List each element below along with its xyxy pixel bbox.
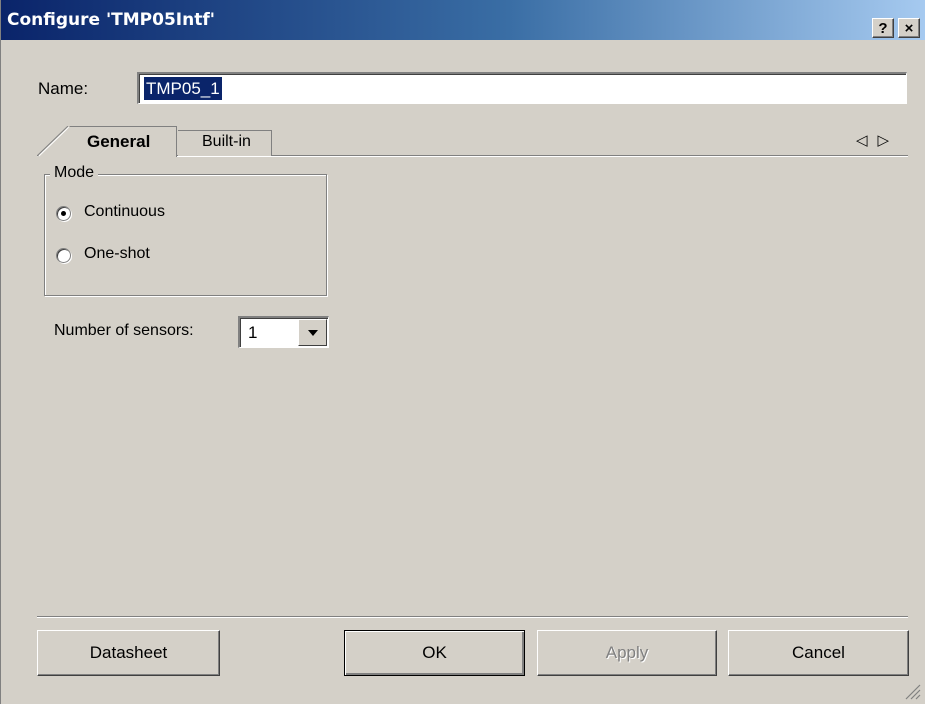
window-title: Configure 'TMP05Intf': [7, 10, 215, 30]
continuous-label[interactable]: Continuous: [84, 203, 165, 221]
resize-grip-icon[interactable]: [903, 682, 921, 700]
button-separator-highlight: [37, 617, 908, 618]
dropdown-button[interactable]: [298, 319, 327, 346]
one-shot-label[interactable]: One-shot: [84, 245, 150, 263]
close-button[interactable]: ×: [898, 18, 920, 38]
one-shot-radio[interactable]: [56, 248, 71, 263]
tab-general-label: General: [87, 132, 151, 151]
sensors-label: Number of sensors:: [54, 322, 194, 339]
tab-scroll-arrows: ◁▷: [856, 131, 899, 149]
help-button[interactable]: ?: [872, 18, 894, 38]
continuous-radio[interactable]: [56, 206, 71, 221]
apply-button[interactable]: Apply: [537, 630, 717, 676]
scroll-right-icon[interactable]: ▷: [878, 132, 900, 149]
mode-legend: Mode: [50, 164, 99, 182]
tab-built-in-label: Built-in: [202, 133, 251, 150]
chevron-down-icon: [308, 330, 318, 336]
name-value: TMP05_1: [144, 77, 222, 100]
sensors-value: 1: [248, 323, 258, 342]
configure-dialog: Configure 'TMP05Intf' ? × Name: TMP05_1 …: [0, 0, 925, 704]
scroll-left-icon[interactable]: ◁: [856, 132, 878, 149]
radio-selected-dot: [61, 211, 66, 216]
mode-groupbox: [44, 174, 327, 296]
ok-button[interactable]: OK: [344, 630, 525, 676]
name-label: Name:: [38, 79, 89, 98]
sensors-dropdown[interactable]: 1: [238, 316, 329, 348]
title-bar[interactable]: Configure 'TMP05Intf' ? ×: [1, 0, 925, 40]
name-field[interactable]: TMP05_1: [137, 72, 907, 104]
cancel-button[interactable]: Cancel: [728, 630, 909, 676]
datasheet-button[interactable]: Datasheet: [37, 630, 220, 676]
